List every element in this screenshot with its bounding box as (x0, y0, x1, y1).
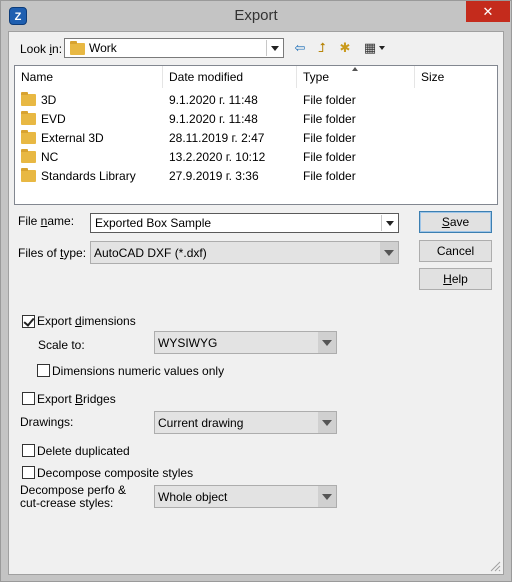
export-dialog: Z Export ✕ Look in: Work ⇦ ⮥ ✱ ▦ Name Da… (0, 0, 512, 582)
list-item-name: NC (41, 150, 59, 164)
scale-to-label: Scale to: (38, 338, 85, 352)
list-item-date: 9.1.2020 г. 11:48 (169, 93, 258, 107)
chevron-down-icon[interactable] (318, 486, 336, 507)
decompose-perfo-label-line1: Decompose perfo & (20, 483, 127, 497)
up-folder-icon[interactable]: ⮥ (312, 39, 332, 57)
list-item-name: External 3D (41, 131, 104, 145)
cancel-button[interactable]: Cancel (419, 240, 492, 262)
list-item-name: EVD (41, 112, 66, 126)
scale-to-select[interactable]: WYSIWYG (154, 331, 337, 354)
delete-duplicated-label[interactable]: Delete duplicated (37, 444, 130, 458)
look-in-combo[interactable]: Work (64, 38, 284, 58)
new-folder-icon[interactable]: ✱ (335, 39, 355, 57)
list-item[interactable]: EVD 9.1.2020 г. 11:48 File folder (15, 110, 497, 129)
chevron-down-icon[interactable] (381, 215, 397, 231)
drawings-select[interactable]: Current drawing (154, 411, 337, 434)
file-type-select[interactable]: AutoCAD DXF (*.dxf) (90, 241, 399, 264)
decompose-composite-label[interactable]: Decompose composite styles (37, 466, 193, 480)
dimensions-numeric-label[interactable]: Dimensions numeric values only (52, 364, 224, 378)
back-arrow-icon[interactable]: ⇦ (290, 39, 310, 57)
delete-duplicated-checkbox[interactable] (22, 444, 35, 457)
export-dimensions-checkbox[interactable] (22, 315, 35, 328)
save-button[interactable]: Save (419, 211, 492, 233)
folder-icon (21, 111, 36, 125)
list-item-name: 3D (41, 93, 57, 107)
list-item[interactable]: External 3D 28.11.2019 г. 2:47 File fold… (15, 129, 497, 148)
look-in-value: Work (89, 41, 117, 55)
decompose-composite-checkbox[interactable] (22, 466, 35, 479)
column-header-size[interactable]: Size (415, 66, 497, 88)
help-button[interactable]: Help (419, 268, 492, 290)
files-of-type-label: Files of type: (18, 246, 87, 260)
folder-icon (21, 130, 36, 144)
decompose-perfo-value: Whole object (158, 490, 228, 504)
file-list[interactable]: Name Date modified Type Size 3D 9.1.2020… (14, 65, 498, 205)
file-type-value: AutoCAD DXF (*.dxf) (94, 246, 207, 260)
dimensions-numeric-checkbox[interactable] (37, 364, 50, 377)
export-bridges-checkbox[interactable] (22, 392, 35, 405)
drawings-value: Current drawing (158, 416, 244, 430)
view-menu-chevron-icon[interactable] (379, 46, 385, 50)
look-in-label: Look in: (20, 42, 63, 56)
folder-icon (70, 41, 85, 55)
folder-icon (21, 92, 36, 106)
folder-icon (21, 149, 36, 163)
list-item-type: File folder (303, 131, 356, 145)
window-title: Export (234, 7, 278, 24)
sort-ascending-icon (352, 67, 358, 71)
chevron-down-icon[interactable] (318, 332, 336, 353)
list-item-name: Standards Library (41, 169, 136, 183)
view-menu-icon[interactable]: ▦ (360, 39, 380, 57)
list-item[interactable]: Standards Library 27.9.2019 г. 3:36 File… (15, 167, 497, 186)
column-header-name[interactable]: Name (15, 66, 163, 88)
decompose-perfo-select[interactable]: Whole object (154, 485, 337, 508)
chevron-down-icon[interactable] (380, 242, 398, 263)
file-name-value: Exported Box Sample (95, 216, 212, 230)
close-button[interactable]: ✕ (466, 1, 510, 22)
list-item[interactable]: 3D 9.1.2020 г. 11:48 File folder (15, 91, 497, 110)
resize-grip-icon[interactable] (489, 560, 501, 572)
file-name-input[interactable]: Exported Box Sample (90, 213, 399, 233)
title-bar[interactable]: Z Export ✕ (1, 1, 511, 31)
scale-to-value: WYSIWYG (158, 336, 218, 350)
chevron-down-icon[interactable] (266, 40, 282, 56)
list-item[interactable]: NC 13.2.2020 г. 10:12 File folder (15, 148, 497, 167)
column-header-date[interactable]: Date modified (163, 66, 297, 88)
dialog-body: Look in: Work ⇦ ⮥ ✱ ▦ Name Date modified… (8, 31, 504, 575)
list-item-date: 9.1.2020 г. 11:48 (169, 112, 258, 126)
list-item-type: File folder (303, 150, 356, 164)
list-item-type: File folder (303, 169, 356, 183)
list-item-date: 27.9.2019 г. 3:36 (169, 169, 259, 183)
list-item-date: 13.2.2020 г. 10:12 (169, 150, 266, 164)
export-bridges-label[interactable]: Export Bridges (37, 392, 116, 406)
list-item-type: File folder (303, 112, 356, 126)
folder-icon (21, 168, 36, 182)
export-dimensions-label[interactable]: Export dimensions (37, 314, 136, 328)
chevron-down-icon[interactable] (318, 412, 336, 433)
decompose-perfo-label-line2: cut-crease styles: (20, 496, 114, 510)
file-name-label: File name: (18, 214, 75, 228)
drawings-label: Drawings: (20, 415, 74, 429)
list-item-type: File folder (303, 93, 356, 107)
list-item-date: 28.11.2019 г. 2:47 (169, 131, 265, 145)
